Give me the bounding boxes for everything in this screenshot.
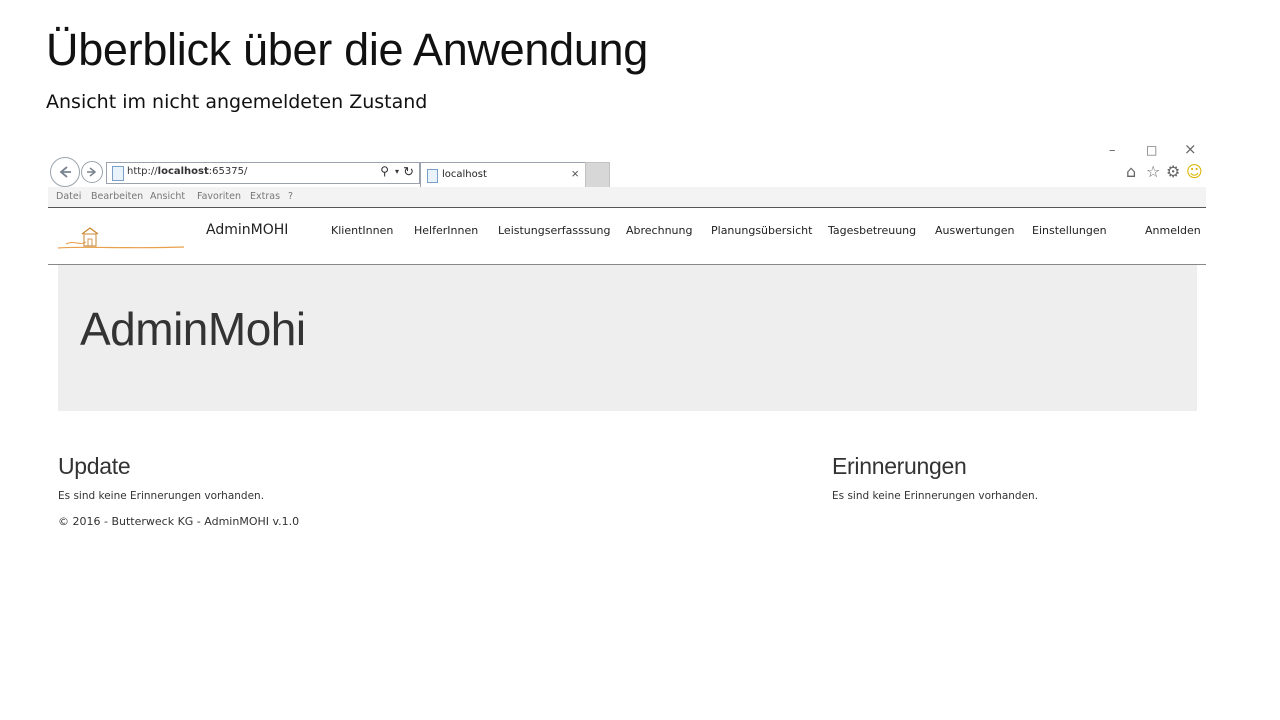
forward-icon [87,167,97,177]
nav-item-planungsuebersicht[interactable]: Planungsübersicht [711,224,812,237]
jumbotron: AdminMohi [58,265,1197,411]
update-heading: Update [58,453,131,479]
back-icon [59,166,71,178]
nav-item-leistungserfassung[interactable]: Leistungserfasssung [498,224,610,237]
nav-item-helferinnen[interactable]: HelferInnen [414,224,478,237]
home-icon[interactable]: ⌂ [1126,162,1136,181]
slide-title: Überblick über die Anwendung [46,24,649,75]
dropdown-icon[interactable]: ▾ [395,167,399,176]
back-button[interactable] [50,157,80,187]
tab-close-icon[interactable]: × [571,166,579,181]
page-icon [112,166,124,181]
nav-item-einstellungen[interactable]: Einstellungen [1032,224,1107,237]
navbar-brand[interactable]: AdminMOHI [206,222,288,238]
login-link[interactable]: Anmelden [1145,224,1201,237]
new-tab-button[interactable] [585,162,610,188]
gear-icon[interactable]: ⚙ [1166,162,1180,181]
address-bar[interactable]: http://localhost:65375/ ⚲ ▾ ↻ [106,162,420,184]
menu-datei[interactable]: Datei [56,191,81,202]
search-icon[interactable]: ⚲ [380,164,389,178]
nav-item-klientinnen[interactable]: KlientInnen [331,224,393,237]
menu-bearbeiten[interactable]: Bearbeiten [91,191,143,202]
reminders-heading: Erinnerungen [832,453,967,479]
nav-item-auswertungen[interactable]: Auswertungen [935,224,1015,237]
jumbotron-title: AdminMohi [80,303,306,355]
nav-item-abrechnung[interactable]: Abrechnung [626,224,692,237]
page-icon [427,169,438,183]
app-navbar: AdminMOHI KlientInnen HelferInnen Leistu… [48,207,1206,265]
address-url: http://localhost:65375/ [127,166,248,177]
tab-title: localhost [442,169,487,180]
star-icon[interactable]: ☆ [1146,162,1160,181]
menu-extras[interactable]: Extras [250,191,280,202]
footer-copyright: © 2016 - Butterweck KG - AdminMOHI v.1.0 [58,515,300,528]
menu-help[interactable]: ? [288,191,293,202]
menu-favoriten[interactable]: Favoriten [197,191,241,202]
house-logo-icon[interactable] [56,222,186,252]
browser-menubar: Datei Bearbeiten Ansicht Favoriten Extra… [48,187,1206,208]
menu-ansicht[interactable]: Ansicht [150,191,185,202]
refresh-icon[interactable]: ↻ [403,164,414,180]
reminders-text: Es sind keine Erinnerungen vorhanden. [832,490,1039,502]
update-text: Es sind keine Erinnerungen vorhanden. [58,490,265,502]
slide-subtitle: Ansicht im nicht angemeldeten Zustand [46,91,428,113]
browser-tab[interactable]: localhost × [420,162,586,187]
smiley-icon[interactable]: ☺ [1186,162,1203,181]
nav-item-tagesbetreuung[interactable]: Tagesbetreuung [828,224,916,237]
browser-window: http://localhost:65375/ ⚲ ▾ ↻ localhost … [48,150,1206,265]
forward-button[interactable] [81,161,103,183]
